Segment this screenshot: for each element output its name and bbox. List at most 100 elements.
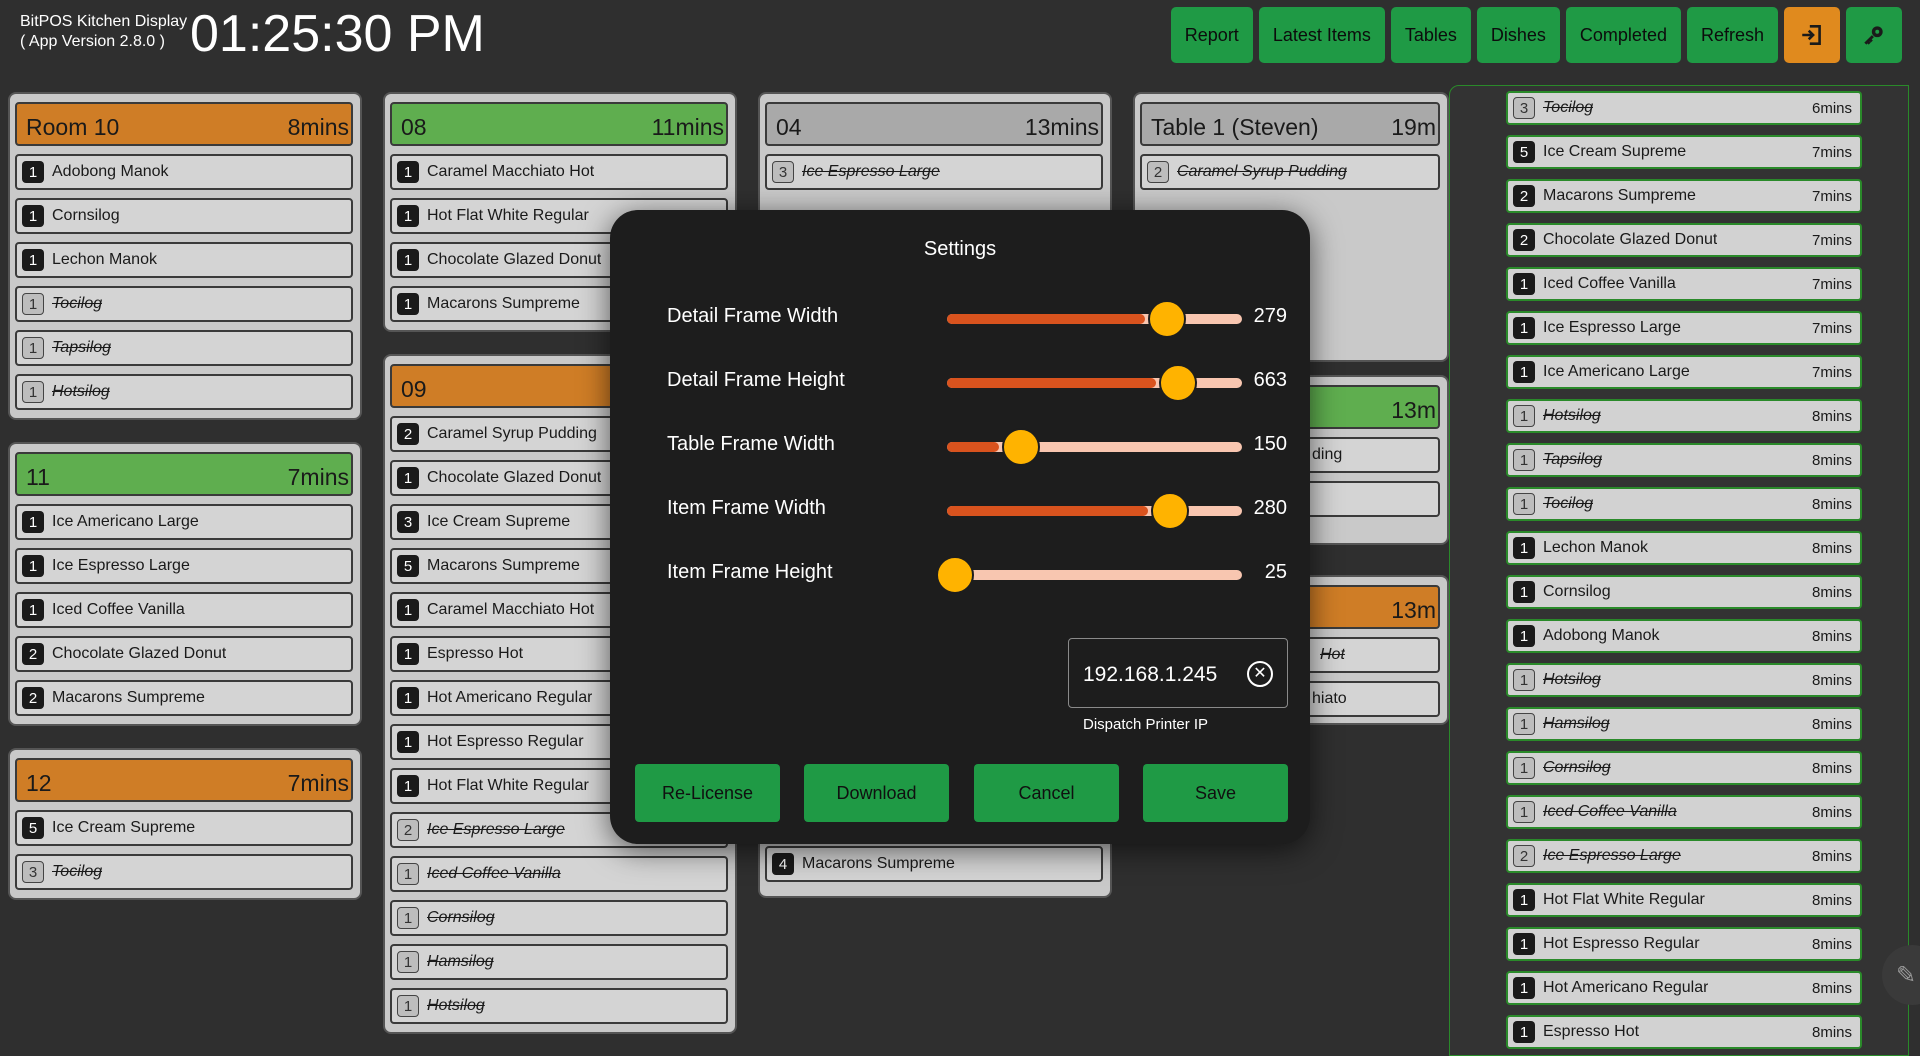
latest-item-row[interactable]: 2 Ice Espresso Large 8mins xyxy=(1506,839,1862,873)
download-button[interactable]: Download xyxy=(804,764,949,822)
latest-item-row[interactable]: 2 Macarons Sumpreme 7mins xyxy=(1506,179,1862,213)
slider-thumb[interactable] xyxy=(936,556,974,594)
ticket-item[interactable]: 1 Cornsilog xyxy=(15,198,353,234)
item-mins: 8mins xyxy=(1811,407,1852,425)
latest-item-row[interactable]: 1 Iced Coffee Vanilla 7mins xyxy=(1506,267,1862,301)
ticket-card[interactable]: Room 10 8mins 1 Adobong Manok 1 Cornsilog 1 Lec… xyxy=(8,92,362,420)
ticket-item[interactable]: 3 Tocilog xyxy=(15,854,353,890)
ticket-item[interactable]: 2 Caramel Syrup Pudding xyxy=(1140,154,1440,190)
item-name: Lechon Manok xyxy=(1543,539,1648,556)
ticket-item[interactable]: 1 Cornsilog xyxy=(390,900,728,936)
item-name: Hot Americano Regular xyxy=(427,689,593,706)
item-name: Hot Espresso Regular xyxy=(427,733,584,750)
ticket-mins: 13m xyxy=(1391,597,1436,623)
item-qty: 1 xyxy=(1513,801,1535,823)
item-qty: 1 xyxy=(397,293,419,315)
ticket-item[interactable]: 1 Tocilog xyxy=(15,286,353,322)
ticket-mins: 11mins xyxy=(651,114,724,140)
item-mins: 7mins xyxy=(1811,275,1852,293)
relicense-button[interactable]: Re-License xyxy=(635,764,780,822)
item-name: Iced Coffee Vanilla xyxy=(1543,275,1676,292)
latest-item-row[interactable]: 1 Ice Espresso Large 7mins xyxy=(1506,311,1862,345)
ticket-item[interactable]: 1 Tapsilog xyxy=(15,330,353,366)
item-name: Hotsilog xyxy=(52,383,110,400)
item-qty: 5 xyxy=(22,817,44,839)
dishes-button[interactable]: Dishes xyxy=(1476,7,1560,63)
latest-item-row[interactable]: 1 Hotsilog 8mins xyxy=(1506,399,1862,433)
ticket-mins: 7mins xyxy=(287,770,349,796)
ticket-item[interactable]: 3 Ice Espresso Large xyxy=(765,154,1103,190)
latest-items-panel[interactable]: 3 Tocilog 6mins 5 Ice Cream Supreme 7mins 2 Mac… xyxy=(1449,85,1909,1056)
item-qty: 2 xyxy=(1513,185,1535,207)
latest-item-row[interactable]: 3 Tocilog 6mins xyxy=(1506,91,1862,125)
latest-item-row[interactable]: 1 Hot Flat White Regular 8mins xyxy=(1506,883,1862,917)
ticket-item[interactable]: 1 Ice Americano Large xyxy=(15,504,353,540)
item-name: Caramel Syrup Pudding xyxy=(1177,163,1347,180)
latest-item-row[interactable]: 1 Ice Americano Large 7mins xyxy=(1506,355,1862,389)
latest-item-row[interactable]: 1 Hot Espresso Regular 8mins xyxy=(1506,927,1862,961)
item-mins: 7mins xyxy=(1811,143,1852,161)
item-name: Tocilog xyxy=(1543,99,1594,116)
ticket-item[interactable]: 1 Ice Espresso Large xyxy=(15,548,353,584)
latest-item-row[interactable]: 2 Chocolate Glazed Donut 7mins xyxy=(1506,223,1862,257)
latest-item-row[interactable]: 1 Cornsilog 8mins xyxy=(1506,751,1862,785)
ticket-item[interactable]: 1 Hamsilog xyxy=(390,944,728,980)
latest-item-row[interactable]: 1 Espresso Hot 8mins xyxy=(1506,1015,1862,1049)
printer-ip-input[interactable]: 192.168.1.245 ✕ xyxy=(1068,638,1288,708)
latest-item-row[interactable]: 5 Ice Cream Supreme 7mins xyxy=(1506,135,1862,169)
ticket-item[interactable]: 1 Hotsilog xyxy=(15,374,353,410)
cancel-button[interactable]: Cancel xyxy=(974,764,1119,822)
ticket-item[interactable]: 1 Hotsilog xyxy=(390,988,728,1024)
completed-button[interactable]: Completed xyxy=(1565,7,1681,63)
ticket-item[interactable]: 1 Caramel Macchiato Hot xyxy=(390,154,728,190)
key-button[interactable] xyxy=(1846,7,1902,63)
report-button[interactable]: Report xyxy=(1170,7,1253,63)
app-version: ( App Version 2.8.0 ) xyxy=(20,33,165,50)
item-name: Ice Cream Supreme xyxy=(427,513,571,530)
ticket-card[interactable]: 12 7mins 5 Ice Cream Supreme 3 Tocilog xyxy=(8,748,362,900)
header-bar: BitPOS Kitchen Display ( App Version 2.8… xyxy=(0,0,1920,70)
item-name: Macarons Sumpreme xyxy=(1543,187,1696,204)
ticket-item[interactable]: 1 Iced Coffee Vanilla xyxy=(15,592,353,628)
ticket-header: 08 11mins xyxy=(390,102,728,146)
slider-thumb[interactable] xyxy=(1002,428,1040,466)
latest-items-button[interactable]: Latest Items xyxy=(1258,7,1385,63)
ticket-item[interactable]: 1 Adobong Manok xyxy=(15,154,353,190)
latest-item-row[interactable]: 1 Tapsilog 8mins xyxy=(1506,443,1862,477)
item-name: Iced Coffee Vanilla xyxy=(52,601,185,618)
item-qty: 1 xyxy=(397,161,419,183)
save-button[interactable]: Save xyxy=(1143,764,1288,822)
item-mins: 8mins xyxy=(1811,803,1852,821)
latest-item-row[interactable]: 1 Hamsilog 8mins xyxy=(1506,707,1862,741)
item-qty: 1 xyxy=(1513,581,1535,603)
latest-item-row[interactable]: 1 Hot Americano Regular 8mins xyxy=(1506,971,1862,1005)
latest-item-row[interactable]: 1 Cornsilog 8mins xyxy=(1506,575,1862,609)
key-icon xyxy=(1864,26,1883,45)
latest-item-row[interactable]: 1 Tocilog 8mins xyxy=(1506,487,1862,521)
item-name: Iced Coffee Vanilla xyxy=(427,865,561,882)
dialog-title: Settings xyxy=(923,238,997,260)
ticket-item[interactable]: 1 Lechon Manok xyxy=(15,242,353,278)
ticket-card[interactable]: 11 7mins 1 Ice Americano Large 1 Ice Espresso… xyxy=(8,442,362,726)
ticket-item[interactable]: 5 Ice Cream Supreme xyxy=(15,810,353,846)
latest-item-row[interactable]: 1 Hotsilog 8mins xyxy=(1506,663,1862,697)
clear-icon[interactable]: ✕ xyxy=(1247,661,1273,687)
ticket-item[interactable]: 1 Iced Coffee Vanilla xyxy=(390,856,728,892)
ticket-item[interactable]: 2 Macarons Sumpreme xyxy=(15,680,353,716)
item-name: Cornsilog xyxy=(52,207,120,224)
item-mins: 8mins xyxy=(1811,583,1852,601)
ticket-item[interactable]: 4 Macarons Sumpreme xyxy=(765,846,1103,882)
item-qty: 1 xyxy=(1513,449,1535,471)
latest-item-row[interactable]: 1 Lechon Manok 8mins xyxy=(1506,531,1862,565)
setting-value: 280 xyxy=(1253,497,1287,519)
exit-button[interactable] xyxy=(1784,7,1840,63)
item-name: Macarons Sumpreme xyxy=(52,689,205,706)
latest-item-row[interactable]: 1 Iced Coffee Vanilla 8mins xyxy=(1506,795,1862,829)
item-mins: 8mins xyxy=(1811,891,1852,909)
latest-item-row[interactable]: 1 Adobong Manok 8mins xyxy=(1506,619,1862,653)
item-name: Adobong Manok xyxy=(52,163,169,180)
item-mins: 8mins xyxy=(1811,935,1852,953)
ticket-item[interactable]: 2 Chocolate Glazed Donut xyxy=(15,636,353,672)
tables-button[interactable]: Tables xyxy=(1390,7,1471,63)
refresh-button[interactable]: Refresh xyxy=(1686,7,1778,63)
